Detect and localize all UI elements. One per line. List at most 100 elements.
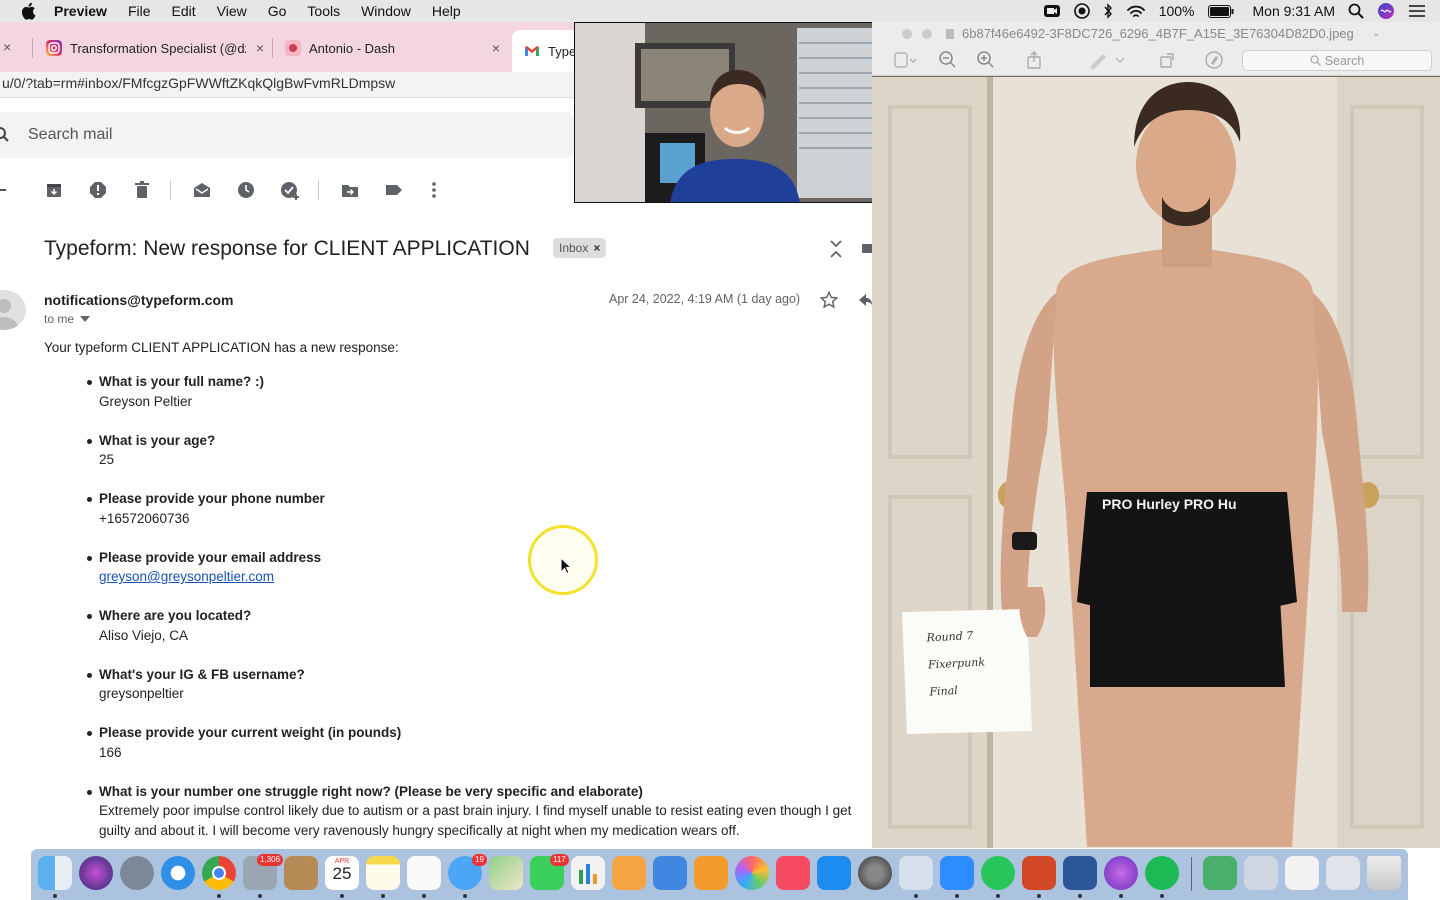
notes-icon[interactable] <box>366 856 400 898</box>
photos-icon[interactable] <box>735 856 769 890</box>
sender-email[interactable]: notifications@typeform.com <box>44 292 233 308</box>
preview-app-icon[interactable] <box>899 856 933 898</box>
music-icon[interactable] <box>776 856 810 890</box>
back-arrow-icon[interactable] <box>0 189 6 191</box>
menu-tools[interactable]: Tools <box>307 3 340 19</box>
window-minimize-button[interactable] <box>922 29 932 39</box>
tab-close-icon[interactable]: × <box>256 40 264 56</box>
powerpoint-icon[interactable] <box>1022 856 1056 898</box>
report-spam-icon[interactable] <box>88 180 108 200</box>
trash-icon[interactable] <box>1367 856 1401 890</box>
books-icon[interactable] <box>694 856 728 890</box>
siri-app-icon[interactable] <box>79 856 113 890</box>
apple-icon[interactable] <box>20 2 36 20</box>
print-icon[interactable] <box>862 240 872 258</box>
search-icon[interactable] <box>0 126 10 144</box>
collapse-icon[interactable] <box>828 240 844 258</box>
record-status-icon[interactable] <box>1073 3 1090 19</box>
more-options-icon[interactable] <box>424 180 444 200</box>
sender-avatar[interactable] <box>0 290 26 330</box>
chevron-down-icon[interactable] <box>80 316 91 322</box>
stack-icon[interactable] <box>1244 856 1278 890</box>
tab-close-icon[interactable]: × <box>492 40 500 56</box>
markup-pen-icon[interactable] <box>1088 50 1128 70</box>
list-item: What is your age? 25 <box>87 431 872 470</box>
podcasts-icon[interactable] <box>1104 856 1138 898</box>
window-close-button[interactable] <box>902 29 912 39</box>
whatsapp-icon[interactable] <box>981 856 1015 898</box>
preview-search-field[interactable]: Search <box>1242 50 1432 71</box>
system-preferences-icon[interactable] <box>858 856 892 890</box>
word-icon[interactable] <box>1063 856 1097 898</box>
snooze-icon[interactable] <box>236 180 256 200</box>
menu-window[interactable]: Window <box>361 3 411 19</box>
tab-close-icon[interactable]: × <box>3 39 11 55</box>
file-icon <box>946 29 954 39</box>
tab-gmail[interactable]: Type <box>512 30 574 72</box>
share-icon[interactable] <box>1024 50 1044 70</box>
screenshots-stack-icon[interactable] <box>1326 856 1360 890</box>
bluetooth-icon[interactable] <box>1103 3 1113 19</box>
menu-edit[interactable]: Edit <box>172 3 196 19</box>
webcam-feed <box>575 23 896 202</box>
add-task-icon[interactable] <box>280 180 300 200</box>
mark-unread-icon[interactable] <box>192 180 212 200</box>
menu-go[interactable]: Go <box>268 3 287 19</box>
star-icon[interactable] <box>820 291 838 309</box>
move-to-icon[interactable] <box>340 180 360 200</box>
finder-icon[interactable] <box>38 856 72 898</box>
video-call-window[interactable] <box>574 22 897 203</box>
label-icon[interactable] <box>384 180 404 200</box>
downloads-folder-icon[interactable] <box>1203 856 1237 890</box>
notification-center-icon[interactable] <box>1408 4 1426 18</box>
chrome-icon[interactable] <box>202 856 236 898</box>
zoom-status-icon[interactable] <box>1043 3 1061 19</box>
pages-icon[interactable] <box>612 856 646 890</box>
reminders-icon[interactable] <box>407 856 441 898</box>
menu-file[interactable]: File <box>128 3 151 19</box>
app-store-icon[interactable] <box>817 856 851 890</box>
spotlight-icon[interactable] <box>1348 3 1364 19</box>
zoom-out-icon[interactable] <box>938 50 958 70</box>
siri-icon[interactable] <box>1377 2 1395 20</box>
gmail-search-bar[interactable]: Search mail <box>0 112 574 158</box>
reply-icon[interactable] <box>858 292 872 308</box>
safari-icon[interactable] <box>161 856 195 890</box>
photos-library-icon[interactable]: 1,306 <box>243 854 284 898</box>
sidebar-icon[interactable] <box>894 50 916 70</box>
launchpad-icon[interactable] <box>120 856 154 890</box>
delete-icon[interactable] <box>132 180 152 200</box>
messages-icon[interactable]: 19 <box>448 854 487 898</box>
maps-icon[interactable] <box>489 856 523 890</box>
spotify-icon[interactable] <box>1145 856 1179 898</box>
facetime-icon[interactable]: 117 <box>530 854 569 890</box>
file-name[interactable]: 6b87f46e6492-3F8DC726_6296_4B7F_A15E_3E7… <box>962 22 1354 46</box>
dash-icon <box>285 40 301 56</box>
numbers-icon[interactable] <box>571 856 605 890</box>
wifi-icon[interactable] <box>1126 4 1146 19</box>
tab-instagram[interactable]: Transformation Specialist (@dz × <box>46 35 264 61</box>
remove-label-icon[interactable]: × <box>593 241 600 255</box>
menu-app-name[interactable]: Preview <box>54 3 107 19</box>
zoom-in-icon[interactable] <box>976 50 996 70</box>
contacts-icon[interactable] <box>284 856 318 890</box>
documents-stack-icon[interactable] <box>1285 856 1319 890</box>
menu-help[interactable]: Help <box>432 3 461 19</box>
keynote-icon[interactable] <box>653 856 687 890</box>
address-bar[interactable]: u/0/?tab=rm#inbox/FMfcgzGpFWWftZKqkQlgBw… <box>0 72 574 98</box>
annotate-icon[interactable] <box>1204 50 1224 70</box>
menu-view[interactable]: View <box>217 3 247 19</box>
email-link[interactable]: greyson@greysonpeltier.com <box>99 567 872 587</box>
archive-icon[interactable] <box>44 180 64 200</box>
recipient-line[interactable]: to me <box>44 312 91 326</box>
search-input[interactable]: Search mail <box>28 126 112 144</box>
question: Where are you located? <box>99 608 252 623</box>
battery-icon[interactable] <box>1207 4 1234 18</box>
chevron-down-icon[interactable]: ⌄ <box>1372 22 1380 46</box>
inbox-label-chip[interactable]: Inbox × <box>553 238 607 258</box>
calendar-icon[interactable]: APR 25 <box>325 856 359 898</box>
zoom-app-icon[interactable] <box>940 856 974 898</box>
tab-dash[interactable]: Antonio - Dash × <box>285 35 500 61</box>
clock[interactable]: Mon 9:31 AM <box>1253 3 1336 19</box>
rotate-icon[interactable] <box>1158 50 1178 70</box>
